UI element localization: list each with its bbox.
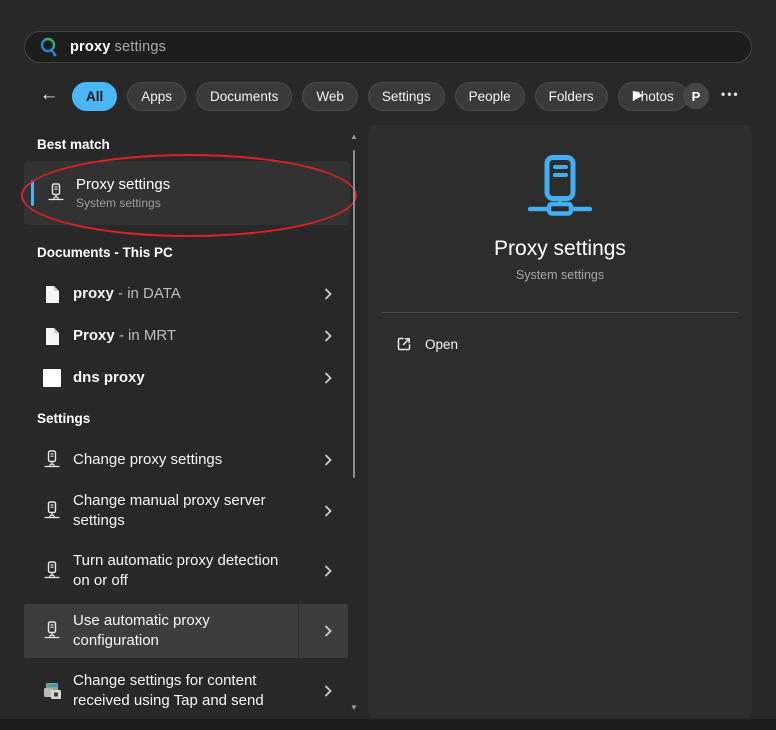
best-match-result[interactable]: Proxy settings System settings <box>24 161 350 225</box>
avatar[interactable]: P <box>683 83 709 109</box>
tab-settings[interactable]: Settings <box>368 82 445 111</box>
window-bottom-edge <box>0 719 776 730</box>
chevron-right-icon[interactable] <box>324 329 332 343</box>
chevron-right-icon[interactable] <box>324 287 332 301</box>
tab-apps[interactable]: Apps <box>127 82 186 111</box>
chevron-right-icon[interactable] <box>324 504 332 518</box>
settings-header: Settings <box>37 411 90 426</box>
chevron-right-icon[interactable] <box>324 371 332 385</box>
proxy-icon <box>42 561 62 581</box>
tab-all[interactable]: All <box>72 82 117 111</box>
tab-folders[interactable]: Folders <box>535 82 608 111</box>
results-scrollbar[interactable]: ▲ ▼ <box>348 130 362 716</box>
divider <box>382 312 738 313</box>
search-flyout-window: proxysettings ← All Apps Documents Web S… <box>0 0 776 719</box>
result-dns-proxy[interactable]: dns proxy <box>24 358 348 398</box>
search-input[interactable]: proxysettings <box>24 31 752 63</box>
proxy-icon <box>48 183 64 203</box>
result-change-proxy-settings[interactable]: Change proxy settings <box>24 440 348 480</box>
preview-title: Proxy settings <box>368 237 752 261</box>
tab-documents[interactable]: Documents <box>196 82 292 111</box>
result-proxy-in-data[interactable]: proxy - in DATA <box>24 274 348 314</box>
result-use-auto-proxy-config[interactable]: Use automatic proxy configuration <box>24 604 348 658</box>
best-match-subtitle: System settings <box>76 196 170 210</box>
chevron-right-icon[interactable] <box>324 564 332 578</box>
tab-people[interactable]: People <box>455 82 525 111</box>
back-arrow-icon[interactable]: ← <box>36 82 62 108</box>
result-change-manual-proxy[interactable]: Change manual proxy server settings <box>24 484 348 538</box>
tab-photos[interactable]: Photos <box>618 82 688 111</box>
filter-tabs: All Apps Documents Web Settings People F… <box>72 82 688 111</box>
preview-subtitle: System settings <box>368 268 752 282</box>
best-match-header: Best match <box>37 137 110 152</box>
search-icon <box>39 37 58 58</box>
tab-web[interactable]: Web <box>302 82 358 111</box>
open-action[interactable]: Open <box>368 327 752 361</box>
preview-panel: Proxy settings System settings Open <box>368 125 752 718</box>
documents-header: Documents - This PC <box>37 245 173 260</box>
chevron-right-icon[interactable] <box>324 453 332 467</box>
document-icon <box>42 327 62 346</box>
search-query: proxysettings <box>70 39 166 55</box>
scroll-up-icon[interactable]: ▲ <box>350 132 358 141</box>
proxy-icon <box>42 621 62 641</box>
document-icon <box>42 285 62 304</box>
proxy-server-icon <box>528 155 592 217</box>
white-file-icon <box>42 368 62 388</box>
selection-accent-bar <box>31 180 34 206</box>
chevron-right-icon[interactable] <box>324 684 332 698</box>
more-tabs-icon[interactable]: ▶ <box>633 87 643 103</box>
more-options-icon[interactable]: ••• <box>721 87 740 101</box>
scrollbar-thumb[interactable] <box>353 150 355 478</box>
open-external-icon <box>396 336 412 352</box>
result-turn-auto-proxy-detection[interactable]: Turn automatic proxy detection on or off <box>24 544 348 598</box>
result-proxy-in-mrt[interactable]: Proxy - in MRT <box>24 316 348 356</box>
result-tap-and-send[interactable]: Change settings for content received usi… <box>24 664 348 718</box>
tap-send-icon <box>42 682 62 700</box>
scroll-down-icon[interactable]: ▼ <box>350 703 358 712</box>
chevron-right-icon[interactable] <box>324 624 332 638</box>
best-match-title: Proxy settings <box>76 176 170 193</box>
open-label: Open <box>425 337 458 352</box>
proxy-icon <box>42 450 62 470</box>
proxy-icon <box>42 501 62 521</box>
